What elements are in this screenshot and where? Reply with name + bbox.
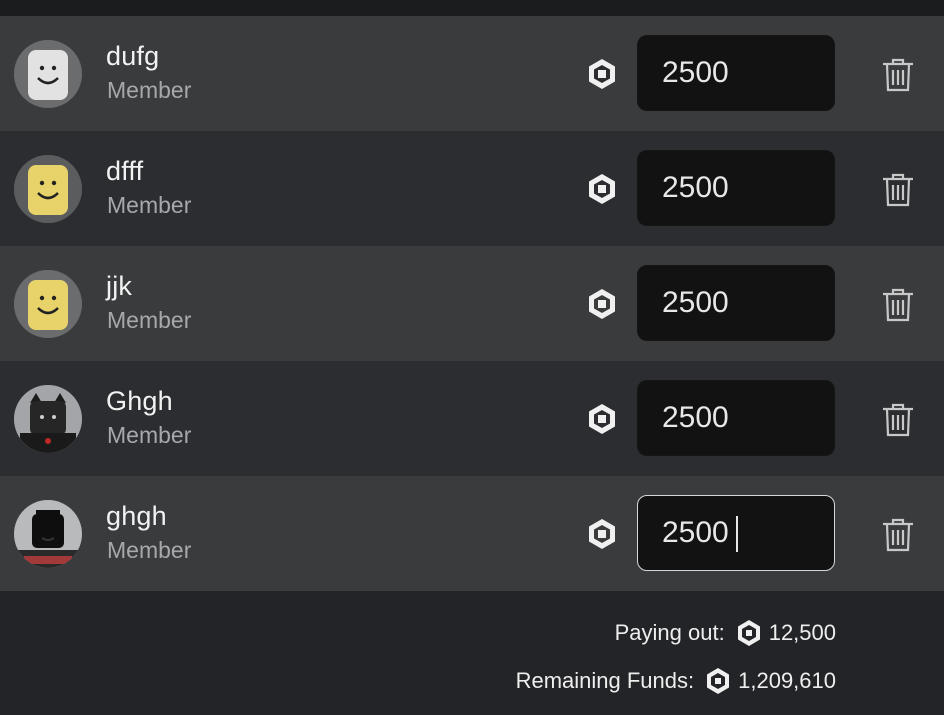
robux-icon <box>585 172 619 206</box>
trash-icon[interactable] <box>880 401 916 439</box>
trash-icon[interactable] <box>880 516 916 554</box>
robux-icon <box>735 619 763 647</box>
payout-amount-input[interactable] <box>637 380 835 456</box>
top-bar <box>0 0 944 16</box>
member-row: ghgh Member <box>0 476 944 591</box>
remaining-funds-label: Remaining Funds: <box>515 668 695 693</box>
member-row: dfff Member <box>0 131 944 246</box>
trash-icon[interactable] <box>880 286 916 324</box>
payout-amount-input[interactable] <box>637 35 835 111</box>
member-role: Member <box>107 307 192 333</box>
trash-icon[interactable] <box>880 171 916 209</box>
member-payout-list: dufg Member dfff Member <box>0 16 944 591</box>
member-name: dfff <box>106 156 144 186</box>
robux-icon <box>704 667 732 695</box>
member-role: Member <box>107 422 192 448</box>
member-role: Member <box>107 537 192 563</box>
avatar <box>14 385 82 453</box>
remaining-funds-line: Remaining Funds: 1,209,610 <box>516 667 836 695</box>
member-name: ghgh <box>106 501 167 531</box>
avatar <box>14 155 82 223</box>
avatar <box>14 270 82 338</box>
member-name: dufg <box>106 41 160 71</box>
text-caret <box>736 516 738 552</box>
payout-amount-input[interactable] <box>637 150 835 226</box>
trash-icon[interactable] <box>880 56 916 94</box>
member-name: Ghgh <box>106 386 173 416</box>
robux-icon <box>585 57 619 91</box>
member-name: jjk <box>106 271 133 301</box>
paying-out-line: Paying out: 12,500 <box>615 619 836 647</box>
paying-out-label: Paying out: <box>614 620 725 645</box>
robux-icon <box>585 287 619 321</box>
robux-icon <box>585 517 619 551</box>
avatar <box>14 500 82 568</box>
member-row: jjk Member <box>0 246 944 361</box>
payout-summary: Paying out: 12,500 Remaining Funds: 1,20… <box>0 591 944 715</box>
member-row: dufg Member <box>0 16 944 131</box>
member-role: Member <box>107 77 192 103</box>
payout-amount-input[interactable] <box>637 265 835 341</box>
remaining-funds-value: 1,209,610 <box>738 668 836 693</box>
avatar <box>14 40 82 108</box>
member-role: Member <box>107 192 192 218</box>
paying-out-value: 12,500 <box>768 620 836 645</box>
member-row: Ghgh Member <box>0 361 944 476</box>
robux-icon <box>585 402 619 436</box>
